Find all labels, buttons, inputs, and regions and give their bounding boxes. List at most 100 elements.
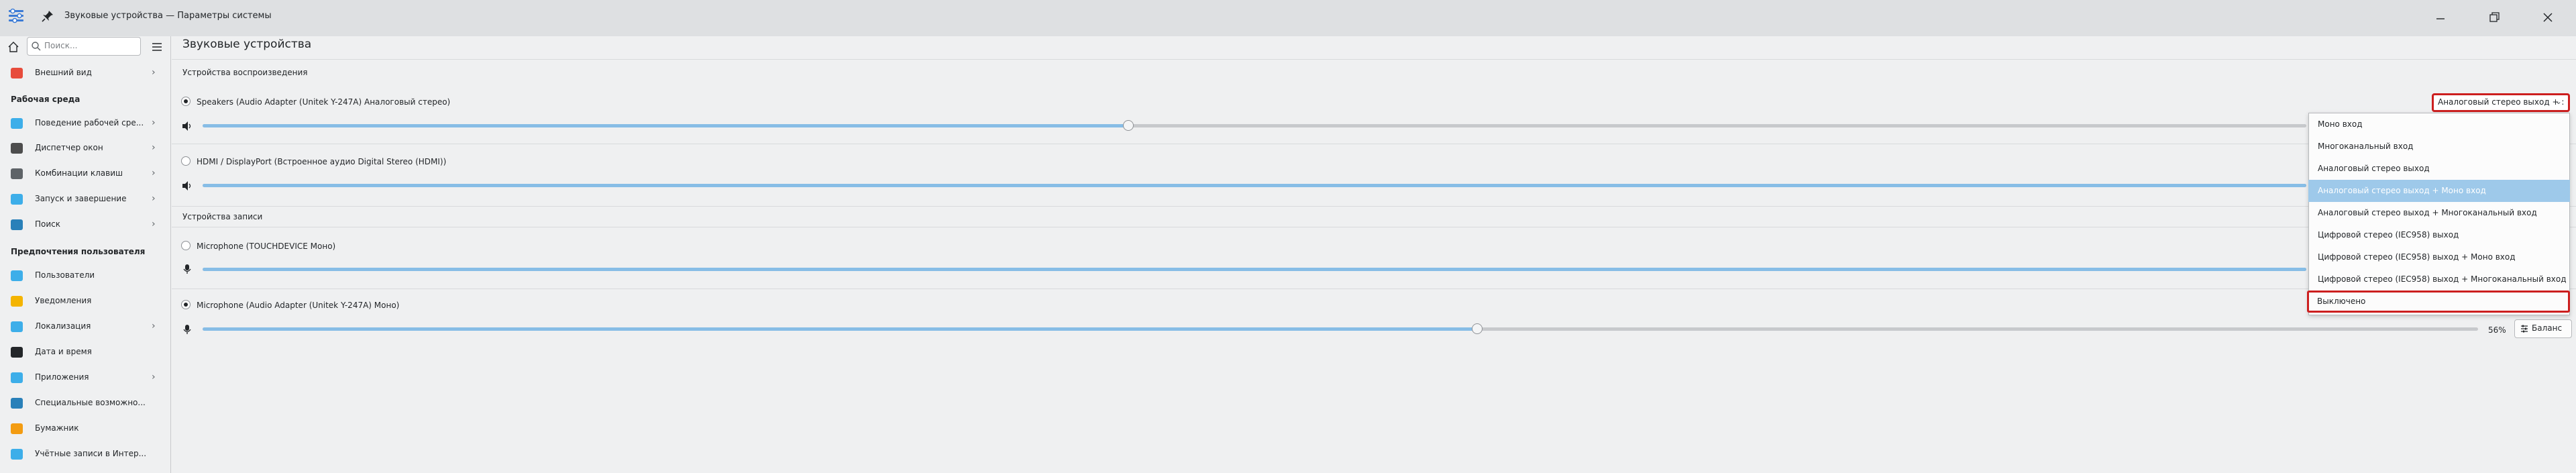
sidebar-item-label: Поиск [35, 219, 61, 229]
pin-icon[interactable] [40, 9, 55, 23]
maximize-button[interactable] [2479, 3, 2509, 32]
workspace-behavior-icon [11, 118, 23, 129]
profile-option-label: Цифровой стерео (IEC958) выход + Моно вх… [2318, 252, 2516, 262]
search-icon [31, 41, 42, 52]
sidebar-section-header: Предпочтения пользователя [11, 247, 146, 256]
date-time-icon [11, 347, 23, 358]
profile-option[interactable]: Аналоговый стерео выход [2308, 158, 2570, 180]
startup-shutdown-icon [11, 194, 23, 205]
sidebar-item-label: Поведение рабочей сре... [35, 118, 144, 127]
profile-option-label: Цифровой стерео (IEC958) выход + Многока… [2318, 274, 2567, 284]
minimize-button[interactable] [2426, 3, 2455, 32]
profile-option[interactable]: Аналоговый стерео выход + Моно вход [2308, 180, 2570, 202]
minimize-icon [2436, 18, 2445, 19]
localization-icon [11, 321, 23, 332]
chevron-right-icon: › [152, 168, 156, 178]
title-bar [0, 0, 2576, 36]
keyboard-shortcuts-icon [11, 168, 23, 179]
sidebar-item[interactable]: Уведомления [0, 289, 170, 313]
profile-option-label: Моно вход [2318, 119, 2363, 129]
mic-volume-slider-handle[interactable] [1472, 323, 1483, 334]
volume-slider[interactable] [203, 184, 2306, 187]
sidebar-item-label: Запуск и завершение [35, 194, 127, 203]
hamburger-menu-button[interactable] [149, 39, 165, 55]
applications-icon [11, 372, 23, 383]
sidebar-item-label: Дата и время [35, 347, 92, 356]
notifications-icon [11, 296, 23, 307]
home-button[interactable] [4, 38, 23, 56]
sidebar-item-label: Диспетчер окон [35, 143, 103, 152]
wallet-icon [11, 423, 23, 434]
mic-volume-slider[interactable] [203, 268, 2306, 271]
sidebar-item[interactable]: Внешний вид › [0, 61, 170, 85]
volume-slider[interactable] [203, 124, 2306, 127]
playback-device-label: HDMI / DisplayPort (Встроенное аудио Dig… [197, 157, 447, 166]
profile-option[interactable]: Моно вход [2308, 113, 2570, 136]
window-title: Звуковые устройства — Параметры системы [64, 11, 272, 21]
chevron-down-icon: ⌄ [2555, 97, 2563, 106]
profile-option-label: Аналоговый стерео выход + Многоканальный… [2318, 208, 2537, 217]
sidebar-item-label: Уведомления [35, 296, 92, 305]
mic-volume-slider-fill [203, 327, 1477, 331]
sidebar-item[interactable]: Диспетчер окон › [0, 136, 170, 160]
microphone-icon[interactable] [181, 264, 193, 274]
sidebar-item[interactable]: Комбинации клавиш › [0, 162, 170, 186]
profile-option-label: Аналоговый стерео выход [2318, 164, 2430, 173]
sidebar-item-label: Комбинации клавиш [35, 168, 123, 178]
sidebar-item[interactable]: Запуск и завершение › [0, 187, 170, 211]
profile-option[interactable]: Цифровой стерео (IEC958) выход + Многока… [2308, 268, 2570, 291]
sidebar-item[interactable]: Приложения › [0, 366, 170, 390]
divider [172, 59, 2576, 60]
mic-volume-slider[interactable] [203, 327, 2478, 331]
sidebar-section-header: Рабочая среда [11, 95, 80, 104]
recording-section-header: Устройства записи [182, 212, 263, 221]
balance-label: Баланс [2532, 323, 2563, 333]
mic-volume-slider-fill [203, 268, 2306, 271]
sidebar-item-label: Локализация [35, 321, 91, 331]
volume-slider-handle[interactable] [1123, 120, 1134, 131]
profile-option[interactable]: Выключено [2307, 291, 2570, 313]
sidebar-item-label: Приложения [35, 372, 89, 382]
restore-icon [2489, 12, 2500, 22]
volume-slider-fill [203, 184, 2306, 187]
speaker-volume-icon[interactable] [181, 180, 193, 191]
accessibility-icon [11, 398, 23, 409]
recording-device-radio[interactable] [181, 241, 191, 250]
chevron-right-icon: › [152, 321, 156, 331]
close-button[interactable] [2533, 3, 2563, 32]
recording-device-label: Microphone (TOUCHDEVICE Моно) [197, 242, 336, 251]
mic-volume-percent: 56% [2488, 325, 2506, 335]
sidebar-item[interactable]: Дата и время [0, 340, 170, 364]
profile-option-label: Многоканальный вход [2318, 142, 2414, 151]
sidebar-item[interactable]: Учётные записи в Интер... [0, 442, 170, 466]
microphone-icon[interactable] [181, 324, 193, 335]
profile-option[interactable]: Аналоговый стерео выход + Многоканальный… [2308, 202, 2570, 224]
profile-option[interactable]: Цифровой стерео (IEC958) выход [2308, 224, 2570, 246]
profile-option[interactable]: Многоканальный вход [2308, 136, 2570, 158]
chevron-right-icon: › [152, 193, 156, 204]
divider [172, 206, 2576, 207]
recording-device-label: Microphone (Audio Adapter (Unitek Y-247A… [197, 301, 400, 310]
chevron-right-icon: › [152, 117, 156, 128]
profile-option[interactable]: Цифровой стерео (IEC958) выход + Моно вх… [2308, 246, 2570, 268]
sidebar-item[interactable]: Пользователи [0, 264, 170, 288]
sidebar-item[interactable]: Локализация › [0, 315, 170, 339]
playback-device-radio[interactable] [181, 97, 191, 106]
sidebar-item-label: Бумажник [35, 423, 79, 433]
chevron-right-icon: › [152, 142, 156, 153]
settings-app-icon [7, 7, 25, 25]
profile-option-label: Цифровой стерео (IEC958) выход [2318, 230, 2459, 240]
chevron-right-icon: › [152, 67, 156, 78]
playback-device-radio[interactable] [181, 156, 191, 166]
recording-device-radio[interactable] [181, 300, 191, 309]
sidebar-item[interactable]: Поиск › [0, 213, 170, 237]
sidebar-item[interactable]: Специальные возможно... [0, 391, 170, 415]
divider [172, 288, 2576, 289]
sidebar-item[interactable]: Бумажник [0, 417, 170, 441]
online-accounts-icon [11, 449, 23, 460]
sidebar-item[interactable]: Поведение рабочей сре... › [0, 111, 170, 136]
speaker-volume-icon[interactable] [181, 121, 193, 132]
hamburger-icon [152, 43, 162, 51]
page-title: Звуковые устройства [182, 38, 312, 51]
sidebar-item-label: Учётные записи в Интер... [35, 449, 147, 458]
